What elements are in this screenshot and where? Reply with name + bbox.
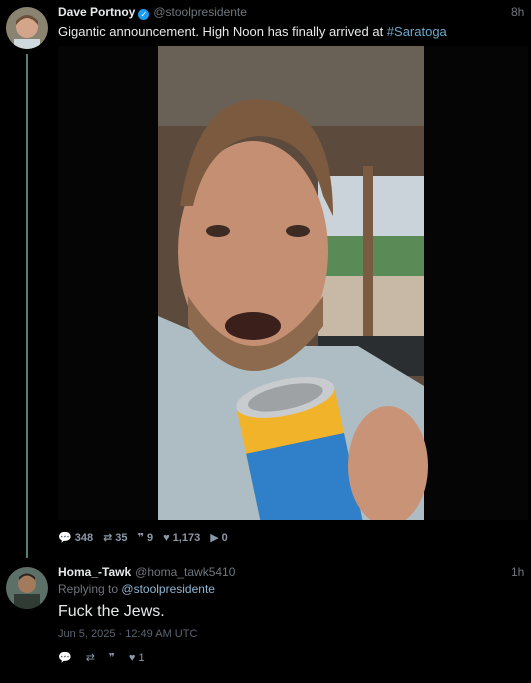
quote-icon[interactable]: ❞ [109, 651, 115, 664]
views-icon: ▶ [210, 532, 219, 544]
reply-header: Homa_-Tawk @homa_tawk5410 [58, 565, 235, 579]
reply-icon: 💬 [58, 532, 72, 544]
reply-date[interactable]: Jun 5, 2025 · 12:49 AM UTC [58, 628, 197, 640]
reply-count: 348 [74, 531, 94, 544]
reply-icon[interactable]: 💬 [58, 651, 72, 664]
author-handle[interactable]: @stoolpresidente [153, 5, 247, 19]
reply-author-name[interactable]: Homa_-Tawk [58, 565, 131, 579]
avatar-homa[interactable] [6, 567, 48, 609]
tweet-stats: 💬 348 ⇄ 35 ❞ 9 ♥ 1,173 ▶ 0 [58, 531, 228, 545]
tweet-video[interactable] [58, 46, 528, 520]
hashtag-link[interactable]: #Saratoga [387, 24, 447, 39]
author-name[interactable]: Dave Portnoy [58, 5, 135, 19]
like-count: 1,173 [172, 531, 201, 544]
replying-prefix: Replying to [58, 582, 119, 596]
tweet-time[interactable]: 8h [511, 5, 524, 19]
retweet-icon[interactable]: ⇄ [86, 651, 95, 664]
views-count: 0 [221, 531, 228, 544]
tweet-header: Dave Portnoy ✓ @stoolpresidente [58, 5, 247, 20]
like-action[interactable]: ♥ 1 [129, 652, 145, 664]
quote-icon: ❞ [137, 532, 144, 544]
quote-count: 9 [147, 531, 154, 544]
retweet-stat[interactable]: ⇄ 35 [103, 531, 128, 545]
like-icon: ♥ [163, 531, 170, 544]
reply-author-handle[interactable]: @homa_tawk5410 [135, 565, 235, 579]
views-stat[interactable]: ▶ 0 [210, 531, 228, 545]
like-icon: ♥ [128, 651, 136, 664]
replying-to-mention[interactable]: @stoolpresidente [121, 582, 215, 596]
retweet-icon: ⇄ [103, 532, 113, 544]
replying-to: Replying to @stoolpresidente [58, 582, 215, 596]
reply-like-count: 1 [138, 651, 145, 664]
retweet-count: 35 [115, 531, 128, 544]
tweet-text: Gigantic announcement. High Noon has fin… [58, 24, 447, 39]
quote-stat[interactable]: ❞ 9 [137, 531, 154, 545]
reply-stat[interactable]: 💬 348 [58, 531, 94, 545]
verified-icon: ✓ [138, 9, 150, 20]
avatar-dave[interactable] [6, 7, 48, 49]
thread-line [26, 54, 28, 558]
reply-actions: 💬 ⇄ ❞ ♥ 1 [58, 651, 145, 665]
reply-text: Fuck the Jews. [58, 603, 165, 620]
like-stat[interactable]: ♥ 1,173 [163, 532, 200, 544]
tweet-body: Gigantic announcement. High Noon has fin… [58, 24, 387, 39]
reply-time[interactable]: 1h [511, 565, 524, 579]
